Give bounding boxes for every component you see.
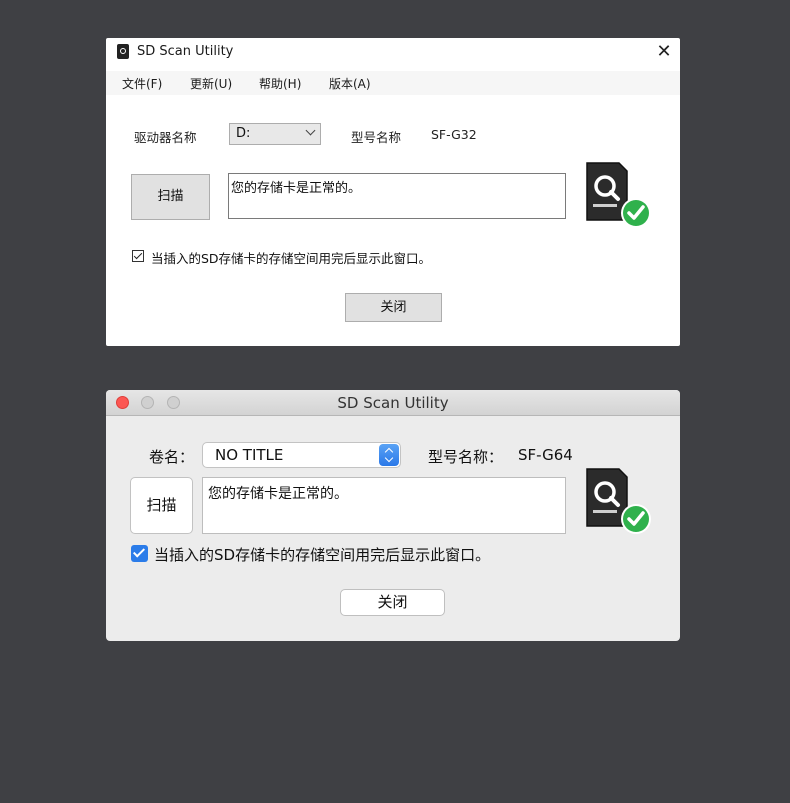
title-bar: SD Scan Utility [106,390,680,416]
menu-bar: 文件(F) 更新(U) 帮助(H) 版本(A) [106,71,680,95]
title-bar: SD Scan Utility ✕ [106,38,680,68]
status-text: 您的存储卡是正常的。 [231,181,362,196]
sd-card-check-icon [583,466,657,536]
drive-select[interactable]: D: [229,123,321,145]
status-text: 您的存储卡是正常的。 [208,486,348,502]
scan-button[interactable]: 扫描 [130,477,193,534]
status-box: 您的存储卡是正常的。 [202,477,566,534]
show-window-checkbox-label: 当插入的SD存储卡的存储空间用完后显示此窗口。 [154,546,491,564]
mac-dialog: SD Scan Utility 卷名： NO TITLE 型号名称： SF-G6… [106,390,680,641]
window-title: SD Scan Utility [337,394,449,412]
select-stepper-icon [379,444,399,466]
drive-select-value: D: [236,126,251,141]
window-title: SD Scan Utility [137,44,234,59]
close-window-button[interactable]: ✕ [652,40,676,64]
model-label: 型号名称： [428,448,504,466]
show-window-checkbox-label: 当插入的SD存储卡的存储空间用完后显示此窗口。 [151,251,432,266]
menu-file[interactable]: 文件(F) [122,75,162,92]
menu-update[interactable]: 更新(U) [190,75,232,92]
model-value: SF-G64 [518,446,573,464]
model-label: 型号名称 [351,130,402,145]
menu-help[interactable]: 帮助(H) [259,75,301,92]
menu-version[interactable]: 版本(A) [329,75,371,92]
model-value: SF-G32 [431,127,477,142]
close-button[interactable]: 关闭 [345,293,442,322]
sd-card-check-icon [583,160,657,230]
scan-button[interactable]: 扫描 [131,174,210,220]
volume-select[interactable]: NO TITLE [202,442,401,468]
show-window-checkbox[interactable] [131,545,148,562]
volume-label: 卷名： [149,448,195,466]
app-icon [117,44,129,59]
status-box: 您的存储卡是正常的。 [228,173,566,219]
volume-select-value: NO TITLE [215,446,284,464]
close-button[interactable]: 关闭 [340,589,445,616]
windows-dialog: SD Scan Utility ✕ 文件(F) 更新(U) 帮助(H) 版本(A… [106,38,680,346]
show-window-checkbox[interactable] [132,250,144,262]
chevron-down-icon [305,125,316,136]
drive-label: 驱动器名称 [134,130,197,145]
